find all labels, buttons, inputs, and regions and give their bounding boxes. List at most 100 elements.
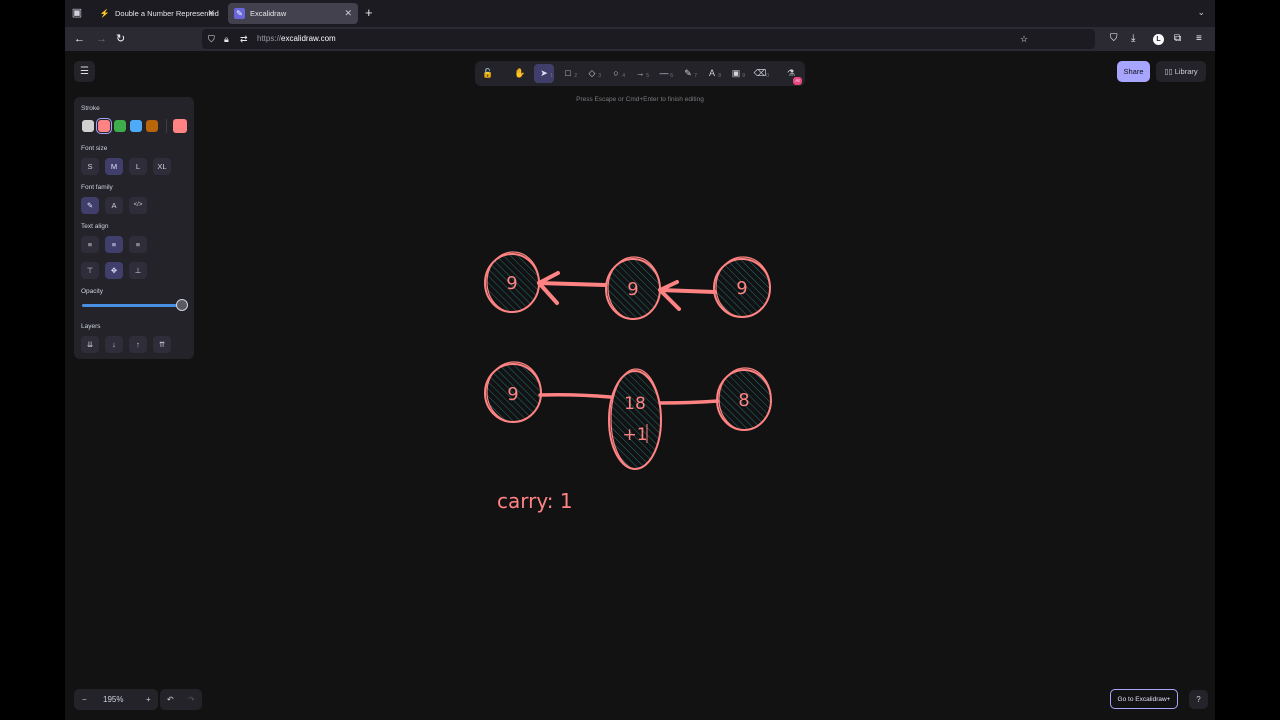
- opacity-slider-thumb[interactable]: [176, 299, 188, 311]
- row1-arrow-1[interactable]: [537, 271, 607, 305]
- align-center-icon[interactable]: ≡: [105, 236, 123, 253]
- tab-excalidraw[interactable]: ✎ Excalidraw ✕: [228, 3, 358, 24]
- row2-node-3[interactable]: 8: [716, 367, 772, 431]
- opacity-label: Opacity: [81, 288, 104, 295]
- new-tab-button[interactable]: +: [365, 5, 373, 21]
- shield-icon[interactable]: ⛉: [208, 32, 215, 46]
- url-bar[interactable]: ⛉ 🔒︎ ⇄ https://excalidraw.com ☆: [202, 29, 1095, 49]
- node-value: 9: [507, 384, 518, 405]
- extensions-icon[interactable]: ⧉: [1174, 32, 1181, 46]
- navigation-bar: ← → ↻ ⛉ 🔒︎ ⇄ https://excalidraw.com ☆ ⛉ …: [65, 27, 1215, 51]
- tab-overview-icon[interactable]: ▣: [70, 6, 84, 20]
- browser-window: ▣ ⚡ Double a Number Represented as a Lin…: [65, 0, 1215, 720]
- text-icon[interactable]: A8: [702, 64, 722, 83]
- hand-icon[interactable]: ✋: [510, 64, 530, 83]
- zoom-level[interactable]: 195%: [103, 689, 123, 710]
- tab-linked-list[interactable]: ⚡ Double a Number Represented as a Linke…: [93, 3, 221, 24]
- layers-label: Layers: [81, 323, 101, 330]
- stroke-swatch-gray[interactable]: [82, 120, 94, 132]
- stroke-swatch-blue[interactable]: [130, 120, 142, 132]
- text-align-label: Text align: [81, 223, 109, 230]
- drawing-layer[interactable]: 9 9 9 9 18 +1 8 carry: 1: [65, 51, 1215, 720]
- share-button[interactable]: Share: [1117, 61, 1150, 82]
- node-value: 9: [736, 278, 747, 299]
- opacity-slider-track[interactable]: [82, 304, 182, 307]
- go-to-excalidraw-plus-button[interactable]: Go to Excalidraw+: [1110, 689, 1178, 709]
- lock-icon[interactable]: 🔒︎: [224, 32, 229, 46]
- node-value: 8: [738, 390, 749, 411]
- pencil-icon[interactable]: ✎ 7: [678, 64, 698, 83]
- undo-redo-controls: ↶ ↷: [160, 689, 202, 710]
- font-size-s[interactable]: S: [81, 158, 99, 175]
- close-tab-icon[interactable]: ✕: [344, 3, 352, 24]
- excalidraw-favicon-icon: ✎: [234, 8, 245, 19]
- bring-forward-icon[interactable]: ↑: [129, 336, 147, 353]
- arrow-icon[interactable]: → 5: [630, 64, 650, 83]
- send-to-back-icon[interactable]: ⇊: [81, 336, 99, 353]
- carry-text[interactable]: carry: 1: [497, 489, 573, 513]
- row1-node-3[interactable]: 9: [713, 256, 771, 318]
- ai-badge: AI: [793, 77, 802, 85]
- row2-connector-2[interactable]: [658, 399, 720, 405]
- align-bottom-icon[interactable]: ⊥: [129, 262, 147, 279]
- ellipse-icon[interactable]: ○ 4: [606, 64, 626, 83]
- list-all-tabs-icon[interactable]: ⌄: [1197, 7, 1205, 18]
- rectangle-icon[interactable]: □ 2: [558, 64, 578, 83]
- font-size-label: Font size: [81, 145, 108, 152]
- zoom-out-button[interactable]: −: [82, 689, 87, 710]
- swatch-divider: [166, 119, 167, 133]
- image-icon[interactable]: ▣ 9: [726, 64, 746, 83]
- row2-node-2[interactable]: 18 +1: [608, 368, 662, 470]
- app-menu-icon[interactable]: ≡: [1196, 32, 1202, 46]
- font-size-l[interactable]: L: [129, 158, 147, 175]
- row2-connector-1[interactable]: [538, 393, 612, 399]
- current-stroke-color[interactable]: [173, 119, 187, 133]
- help-icon[interactable]: ?: [1189, 690, 1208, 709]
- undo-icon[interactable]: ↶: [167, 689, 174, 710]
- eraser-icon[interactable]: ⌫ 0: [750, 64, 770, 83]
- row1-node-1[interactable]: 9: [484, 251, 540, 313]
- redo-icon[interactable]: ↷: [188, 689, 195, 710]
- row1-arrow-2[interactable]: [658, 280, 717, 311]
- selection-icon[interactable]: ➤ 1: [534, 64, 554, 83]
- font-size-m[interactable]: M: [105, 158, 123, 175]
- permissions-icon[interactable]: ⇄: [240, 32, 248, 46]
- zoom-controls: − 195% +: [74, 689, 158, 710]
- align-right-icon[interactable]: ≡: [129, 236, 147, 253]
- node-value-edit[interactable]: +1: [622, 425, 647, 445]
- row1-node-2[interactable]: 9: [605, 256, 661, 320]
- reload-icon[interactable]: ↻: [116, 32, 125, 46]
- diamond-icon[interactable]: ◇ 3: [582, 64, 602, 83]
- stroke-swatch-red[interactable]: [96, 118, 112, 134]
- tab-title: Double a Number Represented as a Linked …: [115, 9, 221, 18]
- font-size-xl[interactable]: XL: [153, 158, 171, 175]
- stroke-swatch-orange[interactable]: [146, 120, 158, 132]
- url-text[interactable]: https://excalidraw.com: [257, 33, 336, 45]
- hand-drawn-font-icon[interactable]: ✎: [81, 197, 99, 214]
- library-button[interactable]: ▯▯ Library: [1156, 61, 1206, 82]
- stroke-swatch-green[interactable]: [114, 120, 126, 132]
- align-middle-icon[interactable]: ✥: [105, 262, 123, 279]
- lock-icon[interactable]: 🔓: [478, 64, 498, 83]
- node-value: 18: [624, 394, 646, 414]
- downloads-icon[interactable]: ⤓: [1131, 32, 1135, 46]
- main-menu-button[interactable]: ☰: [74, 61, 95, 82]
- excalidraw-canvas[interactable]: 9 9 9 9 18 +1 8 carry: 1 ☰ 🔓 ✋ ➤ 1 □ 2 ◇…: [65, 51, 1215, 720]
- send-backward-icon[interactable]: ↓: [105, 336, 123, 353]
- align-left-icon[interactable]: ≡: [81, 236, 99, 253]
- forward-icon[interactable]: →: [96, 32, 107, 46]
- row2-node-1[interactable]: 9: [484, 361, 542, 423]
- library-icon: ▯▯: [1164, 67, 1175, 76]
- normal-font-icon[interactable]: A: [105, 197, 123, 214]
- node-value: 9: [506, 273, 517, 294]
- align-top-icon[interactable]: ⊤: [81, 262, 99, 279]
- close-tab-icon[interactable]: ✕: [207, 3, 215, 24]
- account-avatar[interactable]: L: [1153, 32, 1164, 46]
- back-icon[interactable]: ←: [74, 32, 85, 46]
- code-font-icon[interactable]: </>: [129, 197, 147, 214]
- pocket-icon[interactable]: ⛉: [1110, 32, 1118, 46]
- zoom-in-button[interactable]: +: [146, 689, 151, 710]
- line-icon[interactable]: —6: [654, 64, 674, 83]
- bookmark-star-icon[interactable]: ☆: [1020, 32, 1028, 46]
- bring-to-front-icon[interactable]: ⇈: [153, 336, 171, 353]
